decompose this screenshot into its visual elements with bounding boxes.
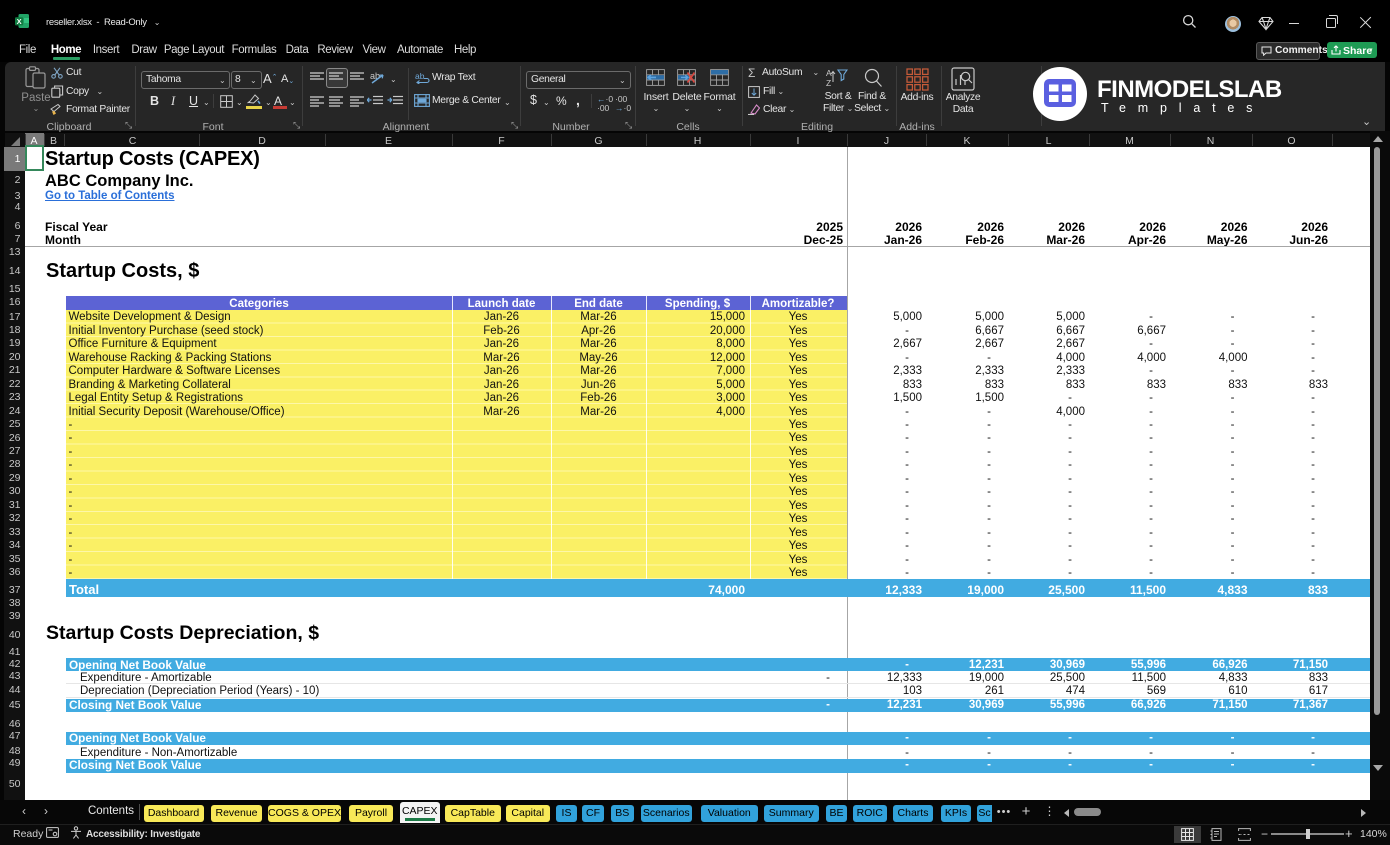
svg-text:ab: ab bbox=[415, 71, 425, 81]
svg-text:Z: Z bbox=[826, 78, 831, 88]
svg-text:X: X bbox=[17, 17, 22, 26]
svg-text:ab: ab bbox=[370, 71, 380, 81]
svg-text:A: A bbox=[826, 68, 832, 78]
